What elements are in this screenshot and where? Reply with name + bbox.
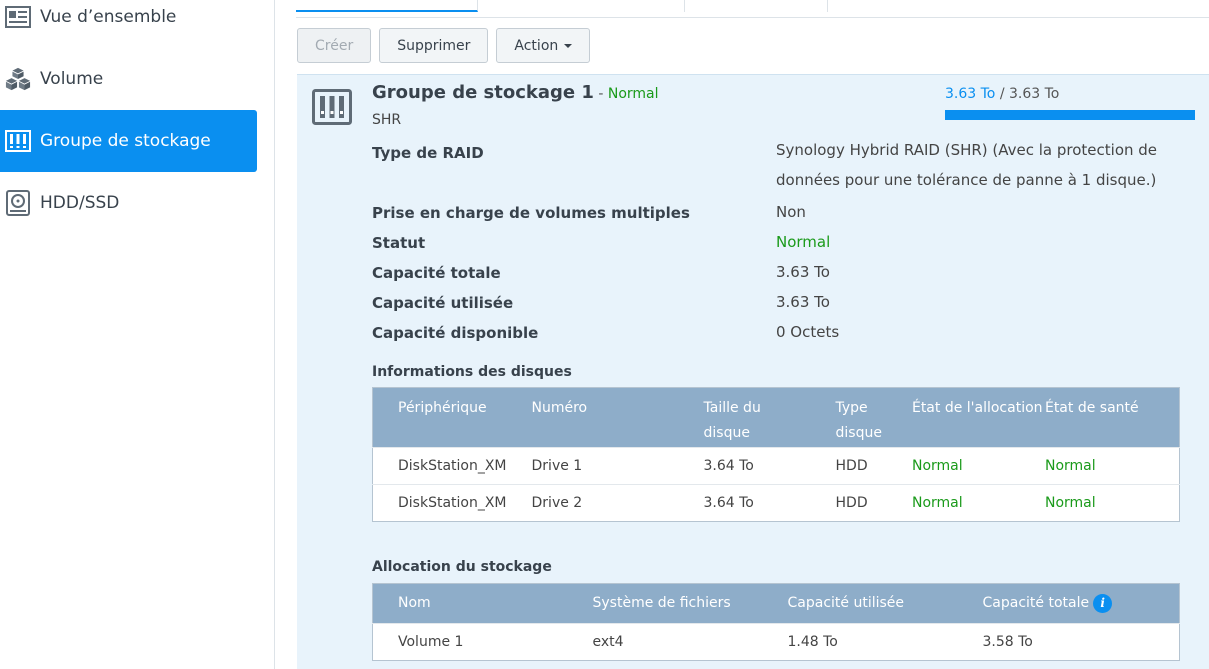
usage-separator: / xyxy=(995,86,1009,102)
table-header-row: Périphérique Numéro Taille du disque Typ… xyxy=(372,387,1180,448)
sidebar-item-overview[interactable]: Vue d’ensemble xyxy=(0,0,257,48)
chevron-down-icon xyxy=(564,43,573,48)
table-cell: 3.58 To xyxy=(957,623,1180,661)
table-cell: HDD xyxy=(810,484,912,522)
pool-title: Groupe de stockage 1 - Normal xyxy=(372,82,659,103)
column-header[interactable]: Capacité utilisée xyxy=(762,583,958,624)
table-cell: Normal xyxy=(911,484,1045,522)
tabs-divider xyxy=(296,17,1209,18)
tab-bar: Groupe de stockage Nettoyage des données… xyxy=(296,0,829,18)
table-cell: Normal xyxy=(1044,447,1180,485)
disk-info-title: Informations des disques xyxy=(372,364,572,380)
table-cell: HDD xyxy=(810,447,912,485)
delete-button[interactable]: Supprimer xyxy=(379,28,489,63)
allocation-table: Nom Système de fichiers Capacité utilisé… xyxy=(372,583,1180,661)
pool-raid-short: SHR xyxy=(372,112,402,128)
column-header[interactable]: Numéro xyxy=(506,387,679,448)
table-cell: Volume 1 xyxy=(372,623,568,661)
column-header[interactable]: Système de fichiers xyxy=(567,583,763,624)
table-header-row: Nom Système de fichiers Capacité utilisé… xyxy=(372,583,1180,624)
usage-text: 3.63 To / 3.63 To xyxy=(945,86,1059,102)
overview-card-icon xyxy=(5,4,31,30)
column-header[interactable]: Nom xyxy=(372,583,568,624)
pool-status: Normal xyxy=(607,86,659,102)
table-cell: Normal xyxy=(1044,484,1180,522)
pool-title-separator: - xyxy=(593,86,608,102)
tab-data-scrubbing[interactable]: Nettoyage des données xyxy=(478,0,686,12)
table-cell: Drive 1 xyxy=(506,447,679,485)
column-header[interactable]: Taille du disque xyxy=(678,387,811,448)
usage-bar-fill xyxy=(945,110,1195,120)
column-header[interactable]: État de l'allocation xyxy=(911,387,1045,448)
allocation-title: Allocation du stockage xyxy=(372,559,552,575)
hard-disk-icon xyxy=(5,190,31,216)
table-row[interactable]: DiskStation_XM Drive 1 3.64 To HDD Norma… xyxy=(372,447,1180,485)
table-cell: 3.64 To xyxy=(678,447,811,485)
detail-value: Synology Hybrid RAID (SHR) (Avec la prot… xyxy=(776,141,1158,189)
cubes-icon xyxy=(5,66,31,92)
sidebar-item-storage-pool[interactable]: Groupe de stockage xyxy=(0,110,257,172)
detail-value: 3.63 To xyxy=(776,293,830,311)
column-header-total-capacity[interactable]: Capacité totale i xyxy=(957,583,1180,624)
table-cell: 3.64 To xyxy=(678,484,811,522)
sidebar-item-label: Groupe de stockage xyxy=(40,131,211,151)
sidebar-item-volume[interactable]: Volume xyxy=(0,48,257,110)
usage-used: 3.63 To xyxy=(945,86,996,102)
usage-bar xyxy=(945,110,1195,120)
detail-value: Non xyxy=(776,203,806,221)
column-header[interactable]: État de santé xyxy=(1044,387,1180,448)
storage-pool-panel: Groupe de stockage 1 - Normal SHR 3.63 T… xyxy=(297,74,1209,669)
tab-storage-pool[interactable]: Groupe de stockage xyxy=(296,0,478,12)
sidebar-item-label: HDD/SSD xyxy=(40,193,120,213)
table-cell: Normal xyxy=(911,447,1045,485)
main-content: Groupe de stockage Nettoyage des données… xyxy=(276,0,1209,669)
action-dropdown-button[interactable]: Action xyxy=(496,28,591,63)
sidebar: Vue d’ensemble Volume Groupe de stockage… xyxy=(0,0,275,669)
detail-label: Prise en charge de volumes multiples xyxy=(372,204,690,222)
table-row[interactable]: DiskStation_XM Drive 2 3.64 To HDD Norma… xyxy=(372,484,1180,522)
table-cell: DiskStation_XM xyxy=(372,484,507,522)
storage-pool-icon xyxy=(5,128,31,154)
detail-value: Normal xyxy=(776,233,831,251)
detail-label: Capacité disponible xyxy=(372,324,539,342)
detail-label: Statut xyxy=(372,234,426,252)
sidebar-item-label: Volume xyxy=(40,69,104,89)
table-row[interactable]: Volume 1 ext4 1.48 To 3.58 To xyxy=(372,623,1180,661)
sidebar-item-hdd-ssd[interactable]: HDD/SSD xyxy=(0,172,257,234)
tab-configurations[interactable]: Configurations xyxy=(685,0,829,12)
detail-label: Capacité totale xyxy=(372,264,501,282)
column-header-label: Capacité totale xyxy=(982,595,1090,611)
detail-label: Type de RAID xyxy=(372,144,484,162)
detail-value: 3.63 To xyxy=(776,263,830,281)
info-icon[interactable]: i xyxy=(1093,593,1113,613)
table-cell: Drive 2 xyxy=(506,484,679,522)
pool-name: Groupe de stockage 1 xyxy=(372,82,594,103)
detail-value: 0 Octets xyxy=(776,323,840,341)
sidebar-item-label: Vue d’ensemble xyxy=(40,7,177,27)
table-cell: 1.48 To xyxy=(762,623,958,661)
table-cell: ext4 xyxy=(567,623,763,661)
action-label: Action xyxy=(514,37,559,54)
storage-pool-icon xyxy=(312,89,352,125)
toolbar: Créer Supprimer Action xyxy=(297,28,591,63)
table-cell: DiskStation_XM xyxy=(372,447,507,485)
disk-info-table: Périphérique Numéro Taille du disque Typ… xyxy=(372,387,1180,522)
usage-total: 3.63 To xyxy=(1009,86,1060,102)
detail-label: Capacité utilisée xyxy=(372,294,514,312)
column-header[interactable]: Périphérique xyxy=(372,387,507,448)
column-header[interactable]: Type disque xyxy=(810,387,912,448)
create-button[interactable]: Créer xyxy=(297,28,372,63)
